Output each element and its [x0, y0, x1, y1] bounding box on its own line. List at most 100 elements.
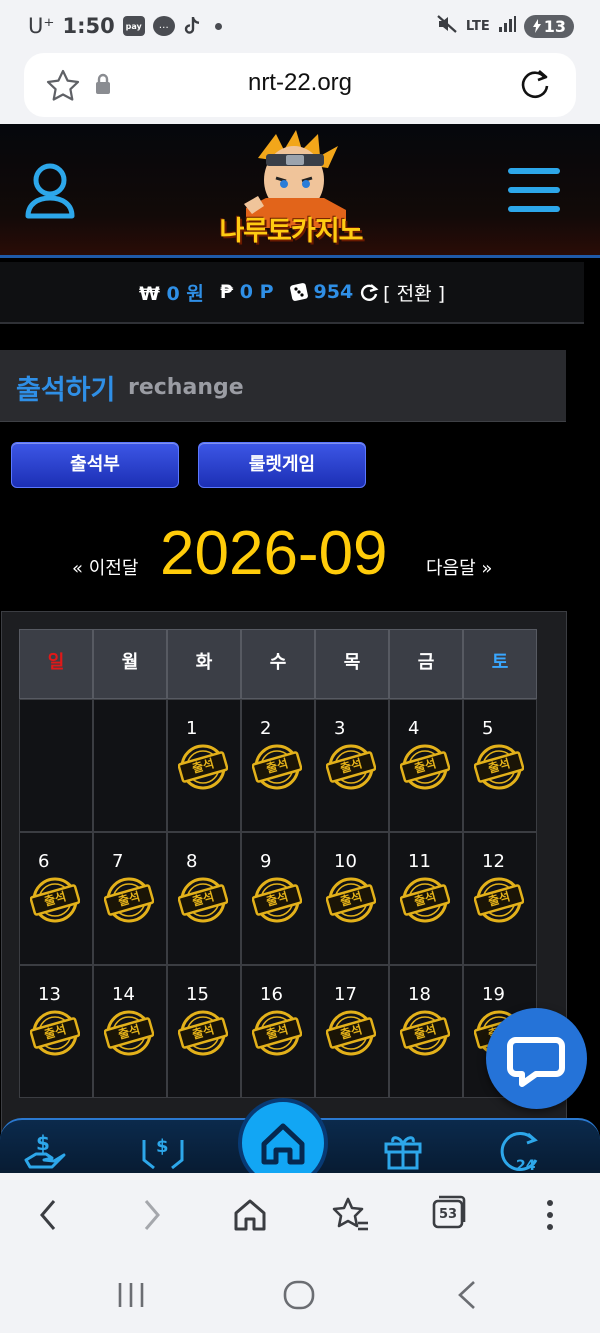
page-title-bar: 출석하기 rechange [0, 350, 566, 422]
calendar-week-row: 13출석14출석15출석16출석17출석18출석19출석 [19, 965, 537, 1098]
won-icon: ₩ [138, 282, 160, 305]
day-number: 15 [186, 984, 209, 1005]
calendar-day-cell[interactable]: 15 출석 [167, 965, 241, 1098]
calendar-day-cell[interactable]: 8 출석 [167, 832, 241, 965]
pay-icon: pay [122, 16, 145, 36]
tabs-icon[interactable]: 53 [432, 1195, 466, 1229]
gift-icon[interactable] [380, 1130, 426, 1172]
attendance-stamp-icon: 출석 [177, 742, 229, 792]
point-balance: ₱ 0 P [220, 281, 274, 303]
day-number: 10 [334, 851, 357, 872]
day-number: 16 [260, 984, 283, 1005]
day-number: 5 [482, 718, 494, 739]
calendar-day-cell[interactable]: 18 출석 [389, 965, 463, 1098]
mute-icon [436, 14, 458, 38]
chip-value: 954 [313, 281, 354, 303]
attendance-stamp-icon: 출석 [29, 875, 81, 925]
carrier-label: U⁺ [28, 14, 55, 38]
system-back-icon[interactable] [454, 1279, 480, 1315]
url-text[interactable]: nrt-22.org [24, 69, 576, 97]
calendar-day-cell[interactable]: 6 출석 [19, 832, 93, 965]
day-number: 4 [408, 718, 420, 739]
point-value: 0 P [239, 281, 274, 303]
recent-apps-icon[interactable] [116, 1279, 146, 1315]
calendar-week-row: 6 출석 7 출석 8 출석 9 출석 10 출석 11 출석 12 출석 [19, 832, 537, 965]
calendar-day-cell [93, 699, 167, 832]
calendar-panel: 일 월 화 수 목 금 토 1 출석 2 출석 3 출석 4 출석 5 출석 6 출석 7 출석 8 출석 9 출… [1, 611, 567, 1173]
cash-value: 0 원 [166, 282, 204, 305]
back-icon[interactable] [34, 1195, 62, 1239]
balance-bar: ₩ 0 원 ₱ 0 P 954 [ 전환 ] [0, 262, 584, 324]
weekday-sat: 토 [463, 629, 537, 699]
calendar-day-cell[interactable]: 12 출석 [463, 832, 537, 965]
deposit-icon[interactable]: $ [22, 1130, 68, 1172]
calendar-day-cell[interactable]: 7 출석 [93, 832, 167, 965]
prev-month-link[interactable]: « 이전달 [72, 554, 138, 580]
more-options-icon[interactable] [540, 1195, 560, 1239]
attendance-button[interactable]: 출석부 [11, 442, 179, 488]
roulette-button[interactable]: 룰렛게임 [198, 442, 366, 488]
attendance-stamp-icon: 출석 [325, 875, 377, 925]
browser-home-icon[interactable] [232, 1195, 268, 1239]
day-number: 13 [38, 984, 61, 1005]
month-navigation: « 이전달 2026-09 다음달 » [0, 518, 566, 598]
attendance-stamp-icon: 출석 [177, 1008, 229, 1058]
site-logo[interactable]: 나루토카지노 [206, 128, 376, 254]
calendar-day-cell[interactable]: 14 출석 [93, 965, 167, 1098]
attendance-stamp-icon: 출석 [251, 742, 303, 792]
battery-indicator: 13 [523, 14, 574, 38]
calendar-day-cell[interactable]: 16 출석 [241, 965, 315, 1098]
network-type: LTE [465, 18, 490, 34]
attendance-stamp-icon: 출석 [325, 742, 377, 792]
withdraw-icon[interactable]: $ [140, 1130, 186, 1172]
day-number: 2 [260, 718, 272, 739]
weekday-sun: 일 [19, 629, 93, 699]
logo-text: 나루토카지노 [219, 216, 363, 247]
calendar-day-cell[interactable]: 1 출석 [167, 699, 241, 832]
system-navigation-bar [0, 1257, 600, 1333]
live-chat-button[interactable] [486, 1008, 587, 1109]
attendance-stamp-icon: 출석 [103, 1008, 155, 1058]
day-number: 9 [260, 851, 272, 872]
calendar-day-cell[interactable]: 9 출석 [241, 832, 315, 965]
hamburger-menu-icon[interactable] [508, 168, 560, 214]
home-button[interactable] [238, 1098, 328, 1173]
calendar-day-cell[interactable]: 13 출석 [19, 965, 93, 1098]
bookmarks-icon[interactable] [330, 1195, 370, 1239]
system-home-icon[interactable] [282, 1279, 316, 1315]
day-number: 8 [186, 851, 198, 872]
day-number: 12 [482, 851, 505, 872]
svg-text:$: $ [36, 1131, 50, 1155]
calendar-day-cell[interactable]: 2 출석 [241, 699, 315, 832]
calendar-day-cell[interactable]: 11 출석 [389, 832, 463, 965]
battery-level: 13 [543, 16, 566, 36]
day-number: 3 [334, 718, 346, 739]
refresh-icon [361, 284, 379, 301]
address-bar[interactable]: nrt-22.org [24, 53, 576, 117]
signal-icon [498, 15, 516, 37]
day-number: 18 [408, 984, 431, 1005]
calendar-day-cell[interactable]: 5 출석 [463, 699, 537, 832]
calendar-day-cell[interactable]: 4 출석 [389, 699, 463, 832]
tiktok-icon [183, 16, 201, 36]
page-title: 출석하기 [16, 375, 116, 406]
day-number: 14 [112, 984, 135, 1005]
browser-toolbar: 53 [0, 1173, 600, 1257]
cash-balance: ₩ 0 원 [139, 279, 204, 306]
calendar-day-cell[interactable]: 10 출석 [315, 832, 389, 965]
page-subtitle: rechange [128, 375, 244, 400]
clock: 1:50 [62, 14, 115, 38]
swap-label: [ 전환 ] [383, 282, 446, 305]
reload-icon[interactable] [518, 67, 552, 105]
support-24h-icon[interactable]: 24 [498, 1130, 544, 1173]
day-number: 11 [408, 851, 431, 872]
day-number: 1 [186, 718, 198, 739]
forward-icon[interactable] [138, 1195, 166, 1239]
weekday-mon: 월 [93, 629, 167, 699]
calendar-day-cell[interactable]: 3 출석 [315, 699, 389, 832]
day-number: 6 [38, 851, 50, 872]
calendar-day-cell[interactable]: 17 출석 [315, 965, 389, 1098]
user-icon[interactable] [22, 158, 82, 228]
next-month-link[interactable]: 다음달 » [426, 554, 492, 580]
swap-button[interactable]: [ 전환 ] [359, 279, 445, 306]
